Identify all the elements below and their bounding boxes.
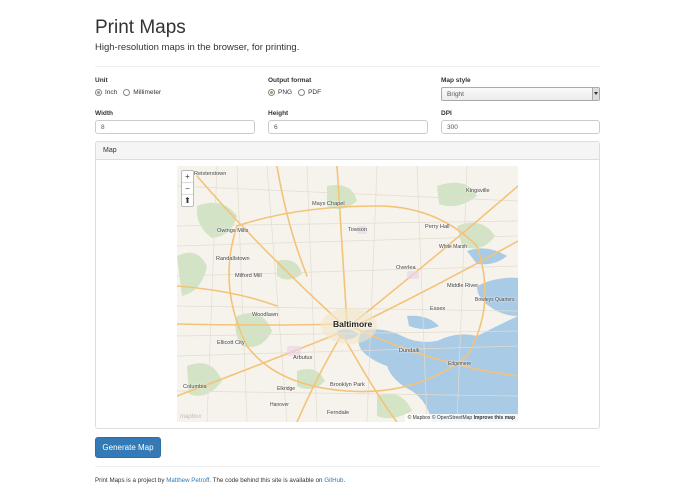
height-input[interactable]: 6 [268, 120, 428, 134]
place-label: Essex [430, 306, 446, 312]
place-label: Mays Chapel [312, 201, 345, 207]
place-label: Ferndale [327, 410, 350, 416]
place-label: Milford Mill [235, 273, 262, 279]
improve-map-link[interactable]: Improve this map [474, 415, 515, 421]
format-pdf-radio[interactable] [298, 89, 306, 96]
output-format-label: Output format [268, 77, 312, 84]
dpi-input[interactable]: 300 [441, 120, 600, 134]
place-label: Middle River [447, 283, 479, 289]
format-png-radio[interactable] [268, 89, 275, 96]
format-pdf-label[interactable]: PDF [308, 89, 321, 96]
place-label: Kingsville [466, 188, 490, 194]
zoom-out-button[interactable]: − [182, 183, 193, 195]
compass-icon[interactable]: ⬆ [182, 195, 193, 206]
attribution-osm-link[interactable]: © OpenStreetMap [432, 415, 472, 421]
unit-inch-label[interactable]: Inch [105, 89, 117, 96]
dpi-label: DPI [441, 110, 452, 117]
place-label: White Marsh [439, 244, 468, 250]
footer: Print Maps is a project by Matthew Petro… [95, 477, 345, 484]
place-label: Dundalk [399, 348, 420, 354]
unit-millimeter-radio[interactable] [123, 89, 131, 96]
unit-millimeter-label[interactable]: Millimeter [133, 89, 161, 96]
place-label: Hanover [270, 402, 289, 408]
divider-bottom [95, 466, 600, 467]
attribution-mapbox-link[interactable]: © Mapbox [408, 415, 431, 421]
width-label: Width [95, 110, 113, 117]
footer-text: Print Maps is a project by [95, 477, 167, 484]
place-label: Columbia [183, 384, 207, 390]
place-label: Edgemere [448, 361, 472, 367]
map-panel-heading: Map [96, 142, 599, 160]
author-link[interactable]: Matthew Petroff [166, 477, 209, 484]
unit-label: Unit [95, 77, 108, 84]
map-style-label: Map style [441, 77, 471, 84]
place-label: Overlea [396, 265, 416, 271]
page-title: Print Maps [95, 17, 186, 38]
unit-inch-radio[interactable] [95, 89, 102, 96]
place-label: Bowleys Quarters [475, 297, 515, 303]
place-label: Arbutus [293, 355, 313, 361]
place-label: Brooklyn Park [330, 382, 365, 388]
height-label: Height [268, 110, 289, 117]
place-label: Reisterstown [194, 171, 227, 177]
zoom-control: + − ⬆ [181, 170, 194, 207]
place-label: Perry Hall [425, 224, 450, 230]
width-input[interactable]: 8 [95, 120, 255, 134]
page-subtitle: High-resolution maps in the browser, for… [95, 42, 300, 53]
footer-text: . The code behind this site is available… [209, 477, 325, 484]
mapbox-logo[interactable]: mapbox [180, 414, 201, 420]
github-link[interactable]: GitHub [324, 477, 343, 484]
place-label: Randallstown [216, 256, 250, 262]
generate-map-button[interactable]: Generate Map [95, 437, 161, 458]
format-png-label[interactable]: PNG [278, 89, 292, 96]
place-label: Woodlawn [252, 312, 279, 318]
place-label: Ellicott City [217, 340, 245, 346]
map-style-value: Bright [447, 91, 464, 98]
output-format-radio-group: PNG PDF [268, 89, 321, 96]
map-style-select[interactable]: Bright [441, 87, 600, 101]
zoom-in-button[interactable]: + [182, 171, 193, 183]
divider-top [95, 66, 600, 67]
footer-text: . [343, 477, 346, 484]
chevron-down-icon[interactable] [592, 88, 599, 100]
place-label: Elkridge [277, 386, 296, 392]
place-label-major: Baltimore [333, 319, 373, 329]
map-attribution: © Mapbox © OpenStreetMap Improve this ma… [404, 414, 518, 422]
map-canvas[interactable]: + − ⬆ Reisterstown Mays Chapel Kingsvill… [177, 166, 518, 422]
unit-radio-group: Inch Millimeter [95, 89, 161, 96]
place-label: Owings Mills [217, 228, 249, 234]
place-label: Towson [348, 227, 367, 233]
